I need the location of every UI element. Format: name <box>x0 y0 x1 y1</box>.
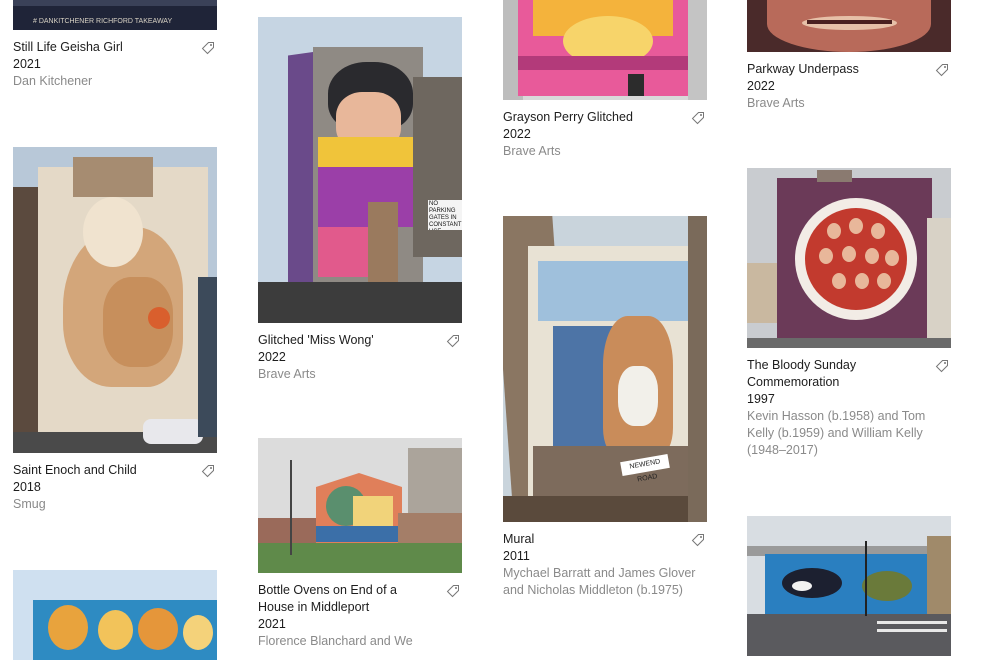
artwork-image[interactable] <box>747 168 951 348</box>
artwork-year: 2021 <box>13 57 41 71</box>
artwork-artist[interactable]: Brave Arts <box>258 366 462 383</box>
no-parking-sign: NO PARKING GATES IN CONSTANT USE <box>428 200 462 230</box>
artwork-image[interactable]: NEWEND ROAD <box>503 216 707 522</box>
artwork-image[interactable]: # DANKITCHENER RICHFORD TAKEAWAY <box>13 0 217 30</box>
artwork-year: 1997 <box>747 392 775 406</box>
artwork-year: 2022 <box>258 350 286 364</box>
artwork-image[interactable] <box>258 438 462 573</box>
artwork-card[interactable]: Grayson Perry Glitched 2022 Brave Arts <box>503 0 707 160</box>
artwork-image[interactable] <box>747 0 951 52</box>
artwork-artist[interactable]: Brave Arts <box>747 95 951 112</box>
artwork-card[interactable]: Parkway Underpass 2022 Brave Arts <box>747 0 951 112</box>
artwork-card[interactable]: Saint Enoch and Child 2018 Smug <box>13 147 217 513</box>
artwork-card[interactable]: Bottle Ovens on End of a House in Middle… <box>258 438 462 650</box>
artwork-title[interactable]: Mural <box>503 531 707 548</box>
artwork-year: 2022 <box>503 127 531 141</box>
artwork-image[interactable] <box>747 516 951 656</box>
artwork-year: 2021 <box>258 617 286 631</box>
artwork-artist[interactable]: Brave Arts <box>503 143 707 160</box>
artwork-image[interactable] <box>13 570 217 660</box>
artwork-card[interactable]: NEWEND ROAD Mural 2011 Mychael Barratt a… <box>503 216 707 599</box>
artwork-artist[interactable]: Mychael Barratt and James Glover and Nic… <box>503 565 707 599</box>
tag-icon[interactable] <box>935 63 949 77</box>
artwork-artist[interactable]: Kevin Hasson (b.1958) and Tom Kelly (b.1… <box>747 408 951 459</box>
artwork-title[interactable]: Saint Enoch and Child <box>13 462 217 479</box>
artwork-card[interactable]: NO PARKING GATES IN CONSTANT USE Glitche… <box>258 17 462 383</box>
artwork-artist[interactable]: Florence Blanchard and We <box>258 633 462 650</box>
artwork-title[interactable]: The Bloody Sunday Commemoration <box>747 357 951 391</box>
tag-icon[interactable] <box>201 41 215 55</box>
artwork-card[interactable]: The Bloody Sunday Commemoration 1997 Kev… <box>747 168 951 459</box>
tag-icon[interactable] <box>201 464 215 478</box>
artwork-image[interactable] <box>13 147 217 453</box>
artwork-card[interactable] <box>747 516 951 656</box>
artwork-card[interactable] <box>13 570 217 660</box>
tag-icon[interactable] <box>691 111 705 125</box>
artwork-title[interactable]: Still Life Geisha Girl <box>13 39 217 56</box>
artwork-title[interactable]: Glitched 'Miss Wong' <box>258 332 462 349</box>
artwork-image[interactable]: NO PARKING GATES IN CONSTANT USE <box>258 17 462 323</box>
artwork-title[interactable]: Parkway Underpass <box>747 61 951 78</box>
artwork-title[interactable]: Grayson Perry Glitched <box>503 109 707 126</box>
tag-icon[interactable] <box>691 533 705 547</box>
artwork-year: 2018 <box>13 480 41 494</box>
tag-icon[interactable] <box>935 359 949 373</box>
tag-icon[interactable] <box>446 584 460 598</box>
artwork-card[interactable]: # DANKITCHENER RICHFORD TAKEAWAY Still L… <box>13 0 217 90</box>
artwork-artist[interactable]: Smug <box>13 496 217 513</box>
artwork-image[interactable] <box>503 0 707 100</box>
artwork-title[interactable]: Bottle Ovens on End of a House in Middle… <box>258 582 462 616</box>
artwork-year: 2022 <box>747 79 775 93</box>
photo-caption: # DANKITCHENER RICHFORD TAKEAWAY <box>33 18 173 25</box>
tag-icon[interactable] <box>446 334 460 348</box>
artwork-year: 2011 <box>503 549 530 563</box>
artwork-artist[interactable]: Dan Kitchener <box>13 73 217 90</box>
